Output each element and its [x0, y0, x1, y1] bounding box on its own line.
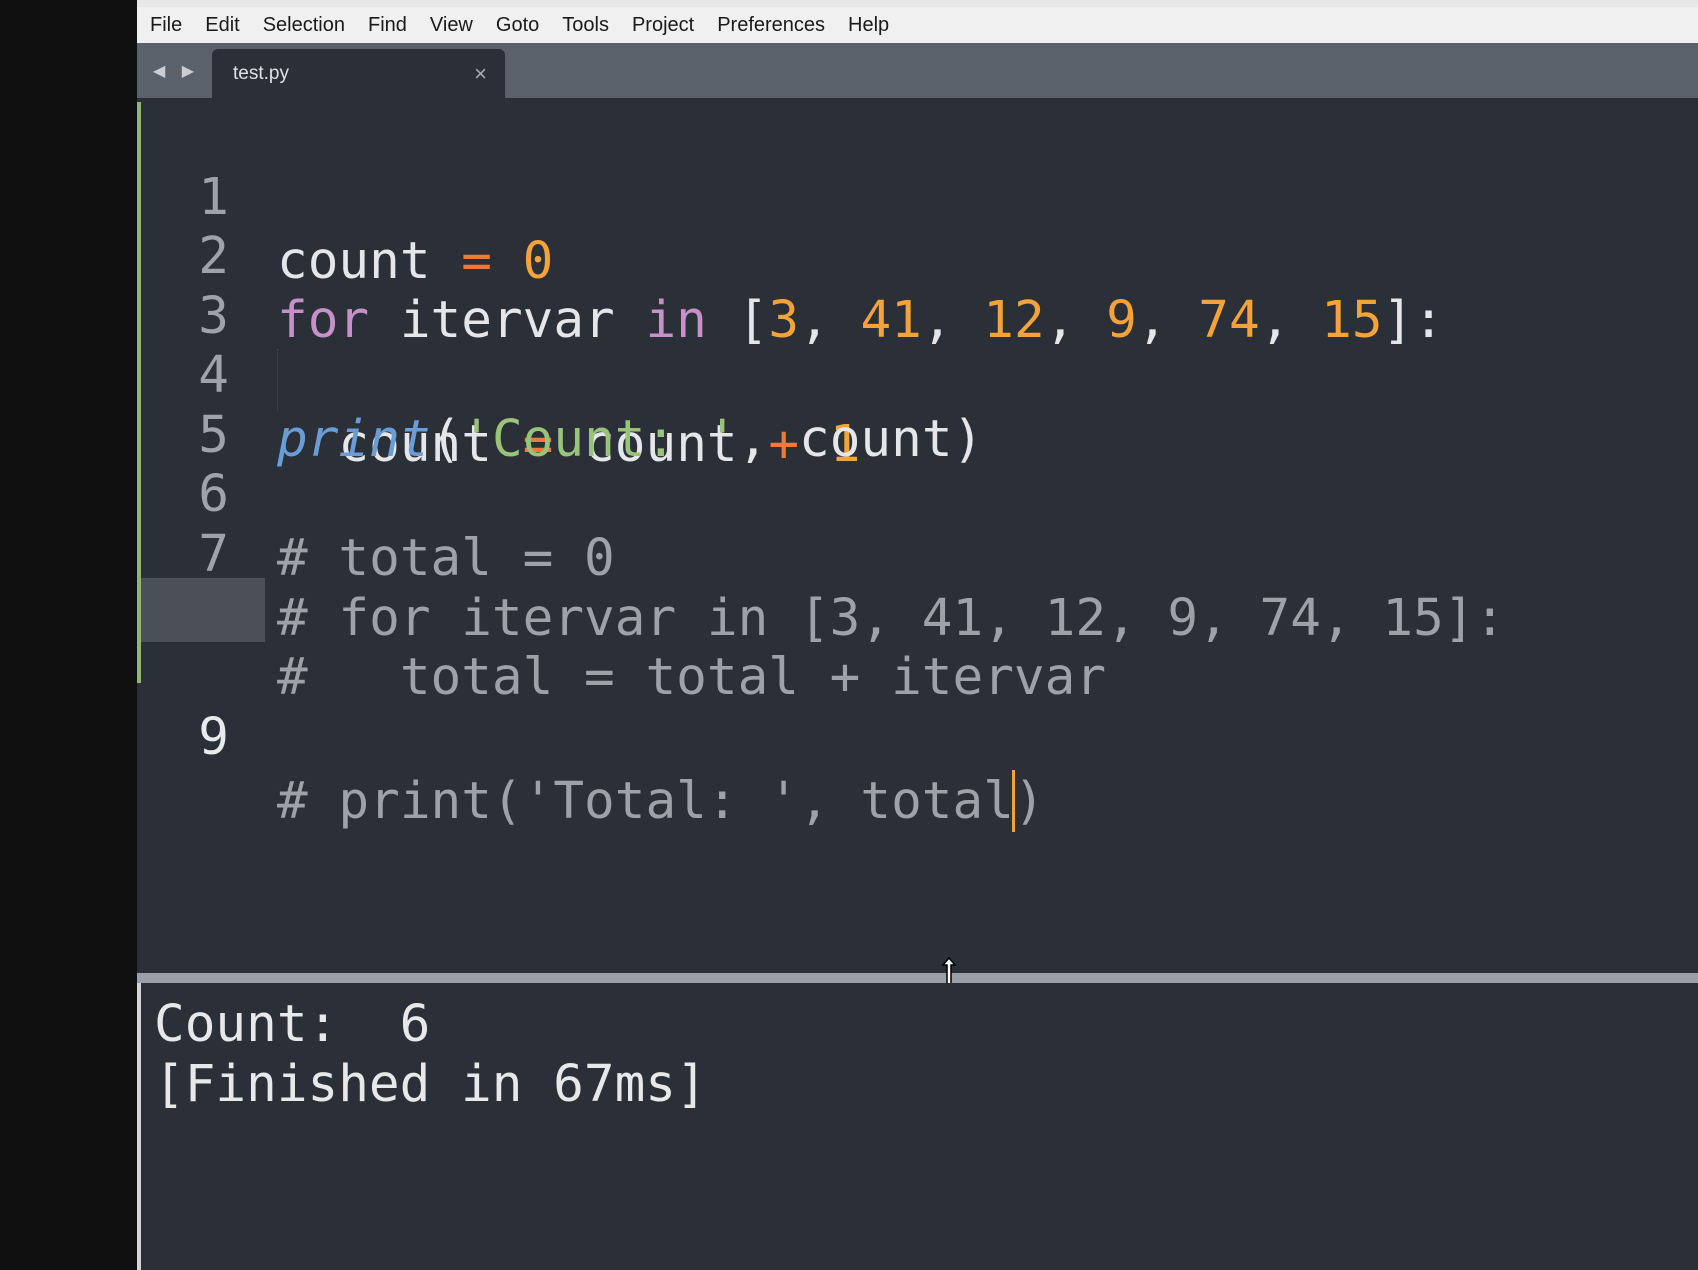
menu-selection[interactable]: Selection	[263, 14, 345, 37]
menu-project[interactable]: Project	[632, 14, 694, 37]
code-comment: # total = total + itervar	[277, 648, 1107, 707]
code-line-2: 2 for itervar in [3, 41, 12, 9, 74, 15]:	[137, 161, 1698, 350]
code-line-6: 6 # total = 0	[137, 399, 1698, 588]
menu-tools[interactable]: Tools	[562, 14, 609, 37]
window-top-strip	[137, 0, 1698, 7]
code-editor[interactable]: 1 count = 0 2 for itervar in [3, 41, 12,…	[137, 98, 1698, 973]
editor-window: File Edit Selection Find View Goto Tools…	[137, 0, 1698, 1270]
code-comment: # print('Total: ', total)	[277, 770, 1045, 832]
menu-edit[interactable]: Edit	[205, 14, 239, 37]
code-line-4: 4 print('Count: ', count)	[137, 280, 1698, 469]
menu-goto[interactable]: Goto	[496, 14, 539, 37]
tab-title: test.py	[233, 63, 289, 84]
code-line-9-current: 9 # print('Total: ', total)	[137, 578, 1698, 832]
menu-file[interactable]: File	[150, 14, 182, 37]
menu-preferences[interactable]: Preferences	[717, 14, 825, 37]
menu-help[interactable]: Help	[848, 14, 889, 37]
output-line-2: [Finished in 67ms]	[154, 1055, 707, 1114]
tab-close-icon[interactable]: ×	[474, 61, 487, 87]
code-line-8: 8 # total = total + itervar	[137, 518, 1698, 707]
output-panel-splitter[interactable]	[137, 973, 1698, 983]
menu-view[interactable]: View	[430, 14, 473, 37]
code-line-7: 7 # for itervar in [3, 41, 12, 9, 74, 15…	[137, 459, 1698, 648]
build-output-panel[interactable]: Count: 6 [Finished in 67ms]	[137, 983, 1698, 1270]
code-line-3: 3 count = count + 1	[137, 221, 1698, 474]
code-line-1: 1 count = 0	[137, 102, 1698, 291]
line-number: 9	[198, 708, 229, 767]
tab-bar: ◀ ▶ test.py ×	[137, 43, 1698, 98]
menu-bar: File Edit Selection Find View Goto Tools…	[137, 7, 1698, 43]
tab-nav-arrows-icon[interactable]: ◀ ▶	[153, 61, 200, 81]
output-line-1: Count: 6	[154, 995, 431, 1054]
menu-find[interactable]: Find	[368, 14, 407, 37]
current-line-highlight	[141, 578, 265, 642]
code-line-5: 5	[137, 340, 1698, 465]
tab-test-py[interactable]: test.py ×	[212, 49, 505, 98]
